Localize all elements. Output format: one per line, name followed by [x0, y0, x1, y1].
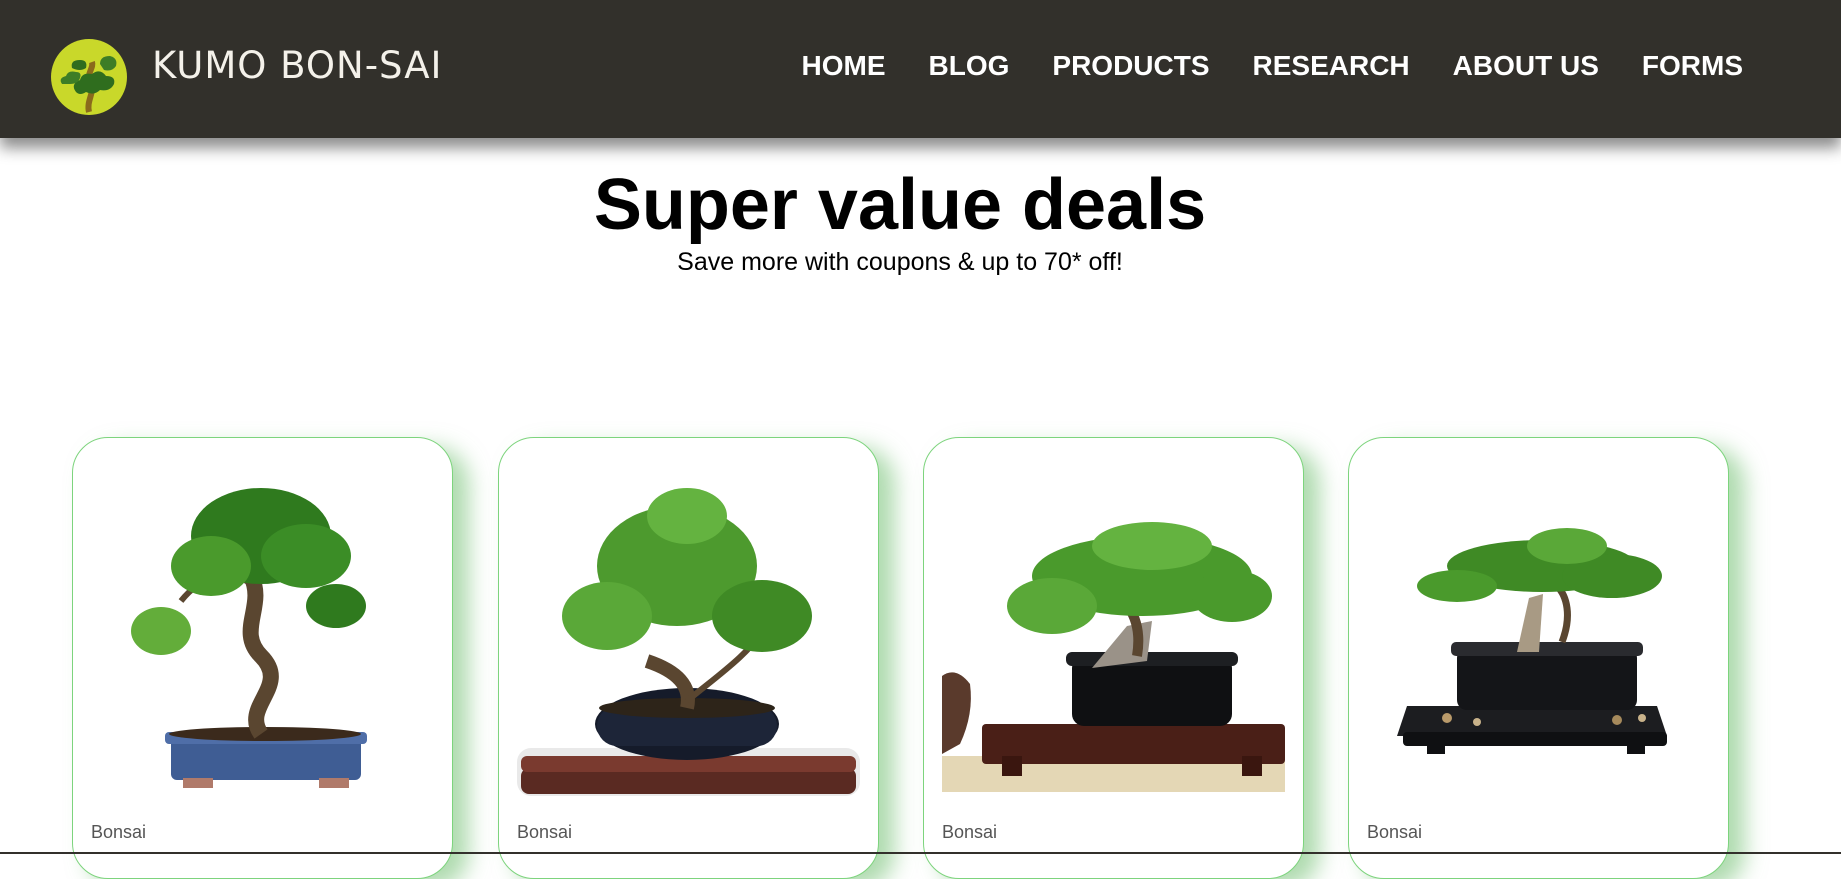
nav-research[interactable]: RESEARCH [1253, 48, 1410, 84]
nav-blog[interactable]: BLOG [929, 48, 1010, 84]
product-category: Bonsai [517, 822, 573, 842]
nav-about-us[interactable]: ABOUT US [1453, 48, 1599, 84]
bonsai-juniper-tray-image[interactable] [1367, 456, 1710, 796]
product-card[interactable]: Bonsai [923, 437, 1304, 879]
brand-name[interactable]: KUMO BON-SAI [152, 46, 442, 86]
bonsai-juniper-image[interactable] [942, 456, 1285, 796]
hero-title: Super value deals [593, 165, 1207, 245]
site-header: KUMO BON-SAI HOME BLOG PRODUCTS RESEARCH… [0, 0, 1841, 138]
product-card[interactable]: Bonsai [1348, 437, 1729, 879]
nav-forms[interactable]: FORMS [1642, 48, 1743, 84]
nav-products[interactable]: PRODUCTS [1052, 48, 1209, 84]
product-card[interactable]: Bonsai [498, 437, 879, 879]
hero-subtitle: Save more with coupons & up to 70* off! [677, 248, 1123, 276]
nav-home[interactable]: HOME [802, 48, 886, 84]
main-nav: HOME BLOG PRODUCTS RESEARCH ABOUT US FOR… [802, 48, 1744, 84]
bonsai-ficus-image[interactable] [91, 456, 434, 796]
bonsai-logo-icon[interactable] [46, 34, 132, 120]
product-category: Bonsai [91, 822, 147, 842]
product-category: Bonsai [942, 822, 998, 842]
bonsai-elm-image[interactable] [517, 456, 860, 796]
product-category: Bonsai [1367, 822, 1423, 842]
hero-section: Super value deals Save more with coupons… [0, 164, 1800, 278]
product-card[interactable]: Bonsai [72, 437, 453, 879]
